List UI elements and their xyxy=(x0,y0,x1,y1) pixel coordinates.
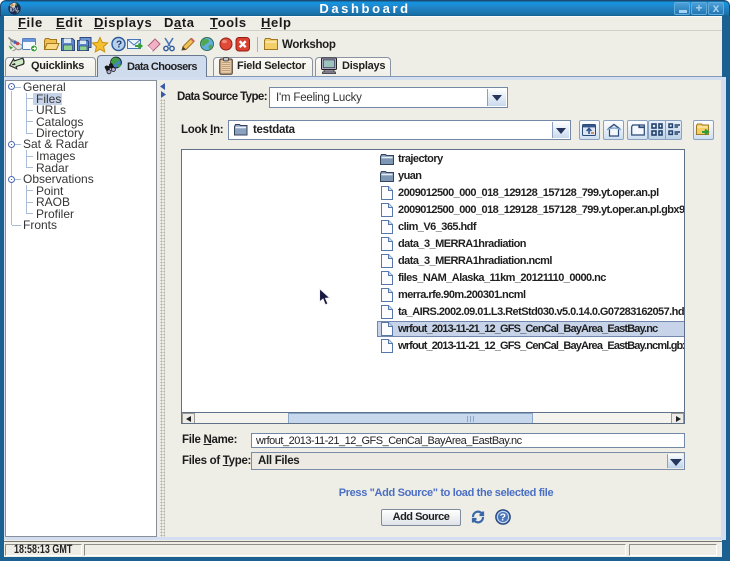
svg-text:IDV: IDV xyxy=(10,7,19,13)
svg-text:?: ? xyxy=(116,40,122,51)
svg-text:?: ? xyxy=(500,512,506,524)
